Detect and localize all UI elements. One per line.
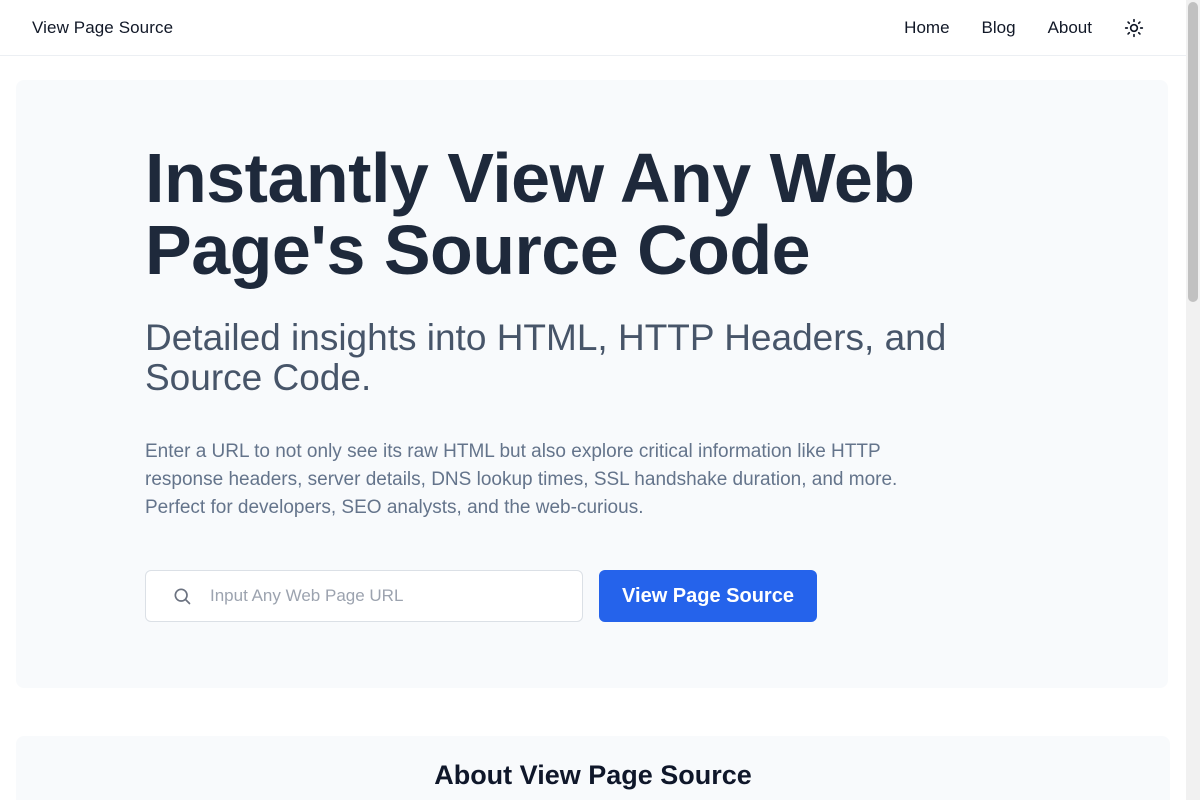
about-title: About View Page Source (434, 760, 752, 790)
url-search-form: View Page Source (145, 570, 1005, 622)
hero-section: Instantly View Any Web Page's Source Cod… (16, 80, 1168, 688)
top-navbar: View Page Source Home Blog About (0, 0, 1186, 56)
scrollbar-thumb[interactable] (1188, 2, 1198, 302)
sun-icon (1124, 18, 1144, 37)
theme-toggle-button[interactable] (1124, 18, 1144, 38)
url-search-box[interactable] (145, 570, 583, 622)
nav-about-link[interactable]: About (1048, 18, 1092, 38)
hero-title: Instantly View Any Web Page's Source Cod… (145, 139, 915, 289)
hero-content: Instantly View Any Web Page's Source Cod… (145, 142, 1005, 622)
page-scrollbar[interactable] (1186, 0, 1200, 800)
hero-subtitle: Detailed insights into HTML, HTTP Header… (145, 317, 947, 398)
hero-description: Enter a URL to not only see its raw HTML… (145, 441, 898, 518)
view-page-source-button[interactable]: View Page Source (599, 570, 817, 622)
nav-blog-link[interactable]: Blog (982, 18, 1016, 38)
search-icon (172, 586, 192, 606)
brand-link[interactable]: View Page Source (32, 18, 173, 38)
url-input[interactable] (210, 576, 570, 616)
about-section: About View Page Source (16, 736, 1170, 800)
nav-home-link[interactable]: Home (904, 18, 949, 38)
main-nav: Home Blog About (872, 0, 1154, 55)
